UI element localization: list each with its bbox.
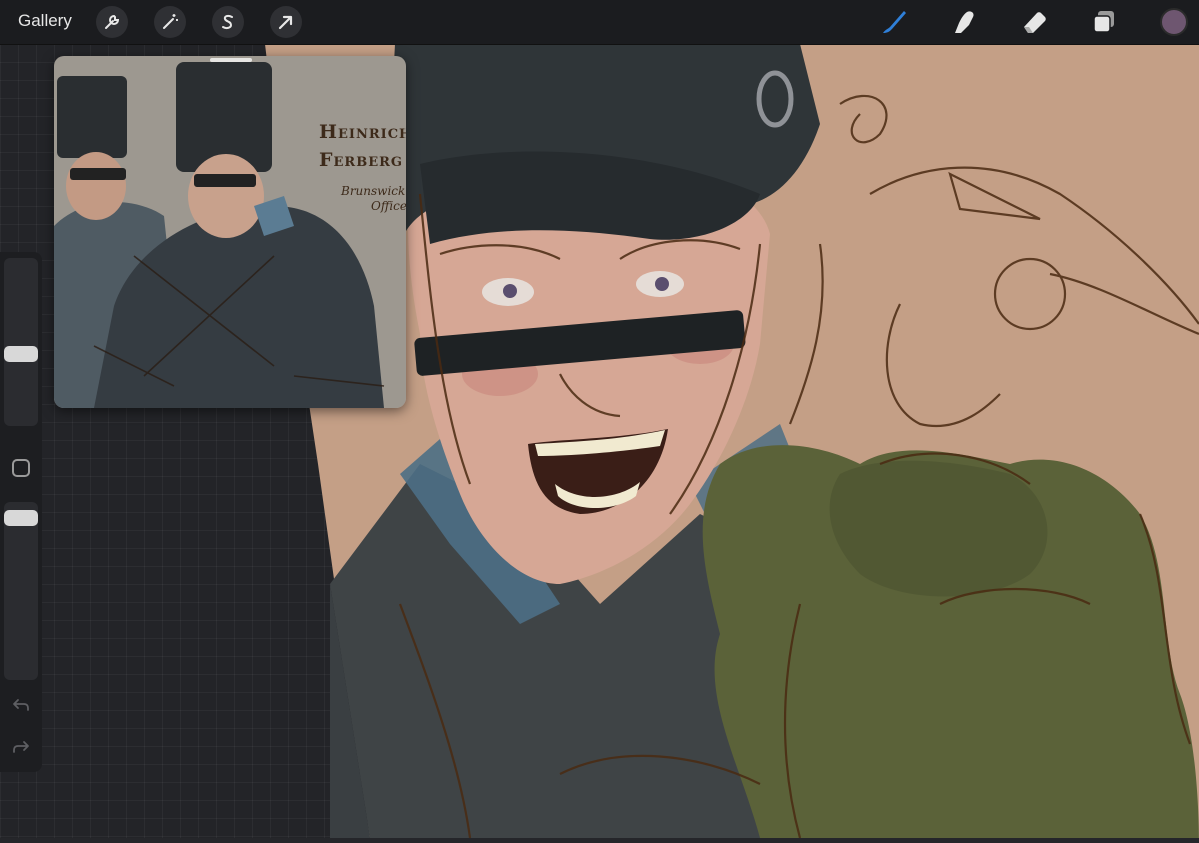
gallery-button[interactable]: Gallery bbox=[18, 11, 72, 31]
brush-tool-button[interactable] bbox=[877, 6, 909, 38]
smudge-tool-button[interactable] bbox=[948, 6, 980, 38]
eraser-tool-button[interactable] bbox=[1018, 6, 1050, 38]
selection-s-icon bbox=[222, 14, 233, 30]
transform-button[interactable] bbox=[270, 6, 302, 38]
adjustments-button[interactable] bbox=[154, 6, 186, 38]
wrench-icon bbox=[105, 14, 120, 29]
layers-button[interactable] bbox=[1088, 6, 1120, 38]
reference-subtitle: Brunswick Officer bbox=[341, 184, 406, 213]
layers-icon bbox=[1093, 11, 1114, 33]
opacity-slider[interactable] bbox=[4, 502, 38, 680]
reference-window[interactable]: Heinrich Ferberg Brunswick Officer bbox=[54, 56, 406, 408]
redo-button[interactable] bbox=[11, 737, 31, 757]
color-picker-button[interactable] bbox=[1160, 8, 1188, 36]
redo-arrow-icon bbox=[13, 741, 29, 753]
reference-image bbox=[54, 56, 406, 408]
reference-drag-handle[interactable] bbox=[210, 58, 252, 62]
brush-icon bbox=[883, 11, 906, 33]
reference-title: Heinrich Ferberg bbox=[319, 121, 406, 171]
undo-arrow-icon bbox=[13, 699, 29, 711]
eraser-icon bbox=[1024, 12, 1046, 33]
magic-wand-icon bbox=[163, 14, 178, 29]
actions-button[interactable] bbox=[96, 6, 128, 38]
arrow-cursor-icon bbox=[278, 15, 293, 30]
opacity-thumb[interactable] bbox=[4, 510, 38, 526]
undo-button[interactable] bbox=[11, 695, 31, 715]
smudge-finger-icon bbox=[955, 11, 974, 34]
selection-button[interactable] bbox=[212, 6, 244, 38]
square-modify-icon[interactable] bbox=[12, 459, 30, 477]
left-sidebar bbox=[0, 252, 42, 772]
top-toolbar: Gallery bbox=[0, 0, 1199, 45]
brush-size-thumb[interactable] bbox=[4, 346, 38, 362]
brush-size-slider[interactable] bbox=[4, 258, 38, 426]
